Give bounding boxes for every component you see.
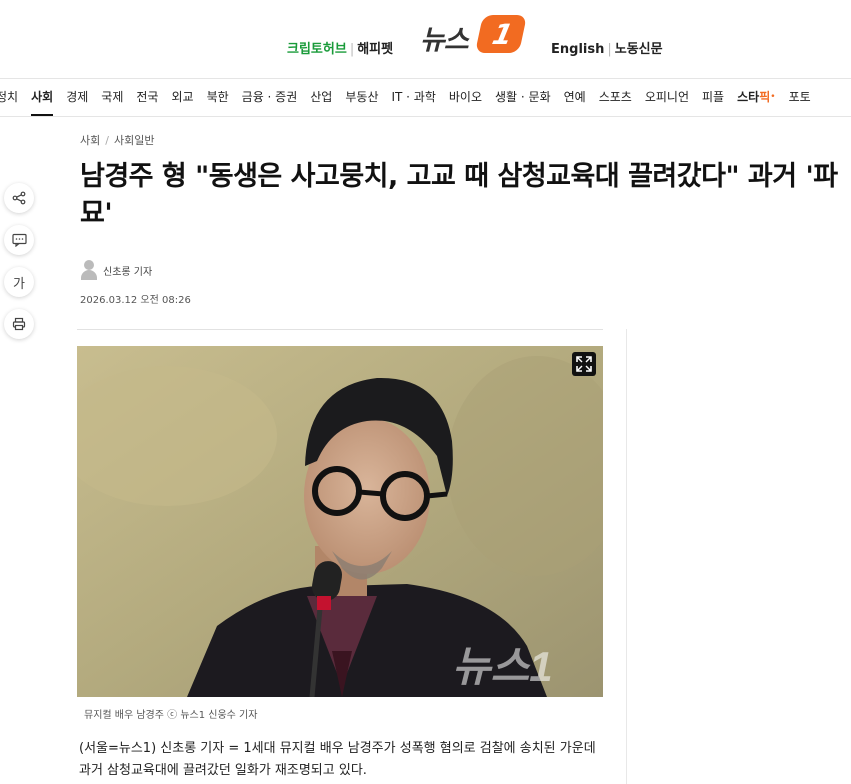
nav-item-politics[interactable]: 정치 — [0, 79, 18, 116]
author-name: 신초롱 기자 — [103, 266, 153, 278]
print-icon — [12, 317, 26, 331]
nav-item-national[interactable]: 전국 — [136, 79, 158, 116]
nav-item-diplomacy[interactable]: 외교 — [171, 79, 193, 116]
rodong-link[interactable]: 노동신문 — [615, 42, 663, 57]
nav-item-opinion[interactable]: 오피니언 — [645, 79, 689, 116]
article-photo[interactable]: 뉴스1 — [77, 346, 603, 697]
publish-date: 2026.03.12 오전 08:26 — [80, 295, 191, 306]
article-title: 남경주 형 "동생은 사고뭉치, 고교 때 삼청교육대 끌려갔다" 과거 '파묘… — [80, 161, 838, 229]
logo-mark: 1 — [489, 18, 516, 51]
nav-item-entertainment[interactable]: 연예 — [564, 79, 586, 116]
logo-badge: 1 — [474, 15, 528, 53]
comment-button[interactable] — [4, 225, 34, 255]
nav-item-people[interactable]: 피플 — [702, 79, 724, 116]
nav-item-economy[interactable]: 경제 — [66, 79, 88, 116]
share-icon — [12, 191, 26, 205]
divider: | — [349, 42, 355, 57]
star-pick-star: 스타 — [737, 90, 760, 104]
new-dot-icon: • — [770, 92, 776, 102]
nav-item-sports[interactable]: 스포츠 — [599, 79, 632, 116]
logo-text: 뉴스 — [420, 25, 469, 56]
expand-photo-button[interactable] — [572, 352, 596, 376]
comment-icon — [11, 233, 27, 247]
photo-illustration: 뉴스1 — [77, 346, 603, 697]
author-line[interactable]: 신초롱 기자 — [80, 259, 152, 281]
breadcrumb-society[interactable]: 사회 — [80, 134, 100, 147]
breadcrumb: 사회 / 사회일반 — [80, 132, 154, 148]
nav-item-photo[interactable]: 포토 — [789, 79, 811, 116]
nav-item-star-pick[interactable]: 스타픽• — [737, 79, 775, 116]
nav-item-north-korea[interactable]: 북한 — [207, 79, 229, 116]
nav-item-finance[interactable]: 금융 · 증권 — [242, 79, 298, 116]
article-body-paragraph: (서울=뉴스1) 신초롱 기자 = 1세대 뮤지컬 배우 남경주가 성폭행 혐의… — [79, 741, 596, 778]
print-button[interactable] — [4, 309, 34, 339]
header-right-links: English | 노동신문 — [551, 38, 663, 57]
nav-item-real-estate[interactable]: 부동산 — [345, 79, 378, 116]
nav-item-it-science[interactable]: IT · 과학 — [391, 79, 435, 116]
star-pick-pick: 픽 — [759, 90, 771, 104]
font-size-icon: 가 — [13, 276, 25, 292]
site-logo[interactable]: 뉴스 1 — [420, 12, 528, 56]
divider: | — [607, 42, 612, 57]
nav-item-life-culture[interactable]: 생활 · 문화 — [495, 79, 551, 116]
main-nav: 정치 사회 경제 국제 전국 외교 북한 금융 · 증권 산업 부동산 IT · 과학 바이오 생활 ·… — [0, 78, 851, 117]
crypto-hub-link[interactable]: 크립토허브 — [287, 42, 347, 57]
font-size-button[interactable]: 가 — [4, 267, 34, 297]
breadcrumb-separator: / — [105, 134, 109, 147]
nav-item-bio[interactable]: 바이오 — [449, 79, 482, 116]
top-header: 크립토허브 | 해피펫 뉴스 1 English | 노동신문 — [0, 0, 851, 78]
column-divider — [626, 329, 627, 784]
photo-watermark: 뉴스1 — [452, 643, 553, 690]
breadcrumb-general[interactable]: 사회일반 — [114, 134, 154, 147]
share-button[interactable] — [4, 183, 34, 213]
nav-item-industry[interactable]: 산업 — [310, 79, 332, 116]
expand-icon — [576, 356, 592, 372]
happypet-link[interactable]: 해피펫 — [357, 42, 393, 57]
nav-item-international[interactable]: 국제 — [101, 79, 123, 116]
header-left-links: 크립토허브 | 해피펫 — [287, 38, 393, 57]
author-avatar-icon — [80, 260, 98, 280]
divider — [77, 329, 603, 330]
nav-item-society[interactable]: 사회 — [31, 81, 54, 116]
photo-caption: 뮤지컬 배우 남경주 ⓒ 뉴스1 신웅수 기자 — [84, 710, 258, 721]
english-link[interactable]: English — [551, 42, 604, 57]
